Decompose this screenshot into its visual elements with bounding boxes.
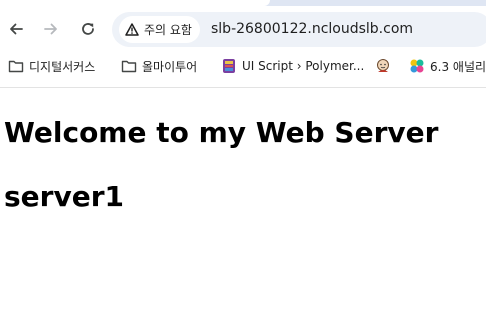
arrow-left-icon xyxy=(10,23,23,35)
reload-button[interactable] xyxy=(74,15,102,43)
back-button[interactable] xyxy=(2,15,30,43)
elastic-favicon xyxy=(410,59,424,73)
bookmark-folder-all-my-tour[interactable]: 올마이투어 xyxy=(121,56,197,76)
bookmark-label: 6.3 애널리 xyxy=(430,59,486,74)
bookmark-jenkins[interactable] xyxy=(375,56,391,76)
arrow-right-icon xyxy=(44,23,57,35)
server-name: server1 xyxy=(4,180,124,213)
jenkins-favicon xyxy=(377,59,389,72)
url-text[interactable]: slb-26800122.ncloudslb.com xyxy=(211,21,413,37)
forward-button[interactable] xyxy=(37,15,65,43)
bookmark-label: UI Script › Polymer... xyxy=(242,59,365,73)
security-label: 주의 요함 xyxy=(144,23,192,37)
folder-icon xyxy=(121,60,137,73)
security-chip[interactable]: 주의 요함 xyxy=(119,16,200,43)
tab-strip xyxy=(0,0,486,6)
browser-chrome: 주의 요함 slb-26800122.ncloudslb.com 디지털서커스 … xyxy=(0,0,486,88)
bookmark-label: 올마이투어 xyxy=(142,59,198,74)
address-bar[interactable]: 주의 요함 slb-26800122.ncloudslb.com xyxy=(112,12,486,47)
active-tab[interactable] xyxy=(0,0,270,6)
page-heading: Welcome to my Web Server xyxy=(4,116,439,149)
polymer-favicon xyxy=(223,59,235,73)
bookmark-ui-script-polymer[interactable]: UI Script › Polymer... xyxy=(221,56,364,76)
page-content: Welcome to my Web Server server1 xyxy=(0,88,486,324)
folder-icon xyxy=(8,60,24,73)
bookmark-label: 디지털서커스 xyxy=(29,59,96,74)
bookmark-folder-digital-circus[interactable]: 디지털서커스 xyxy=(8,56,95,76)
warning-icon xyxy=(125,23,139,36)
reload-icon xyxy=(82,23,94,35)
bookmark-elastic-analytics[interactable]: 6.3 애널리 xyxy=(409,56,486,76)
bookmarks-bar: 디지털서커스 올마이투어 UI Script › Polymer... 6.3 … xyxy=(0,53,486,79)
